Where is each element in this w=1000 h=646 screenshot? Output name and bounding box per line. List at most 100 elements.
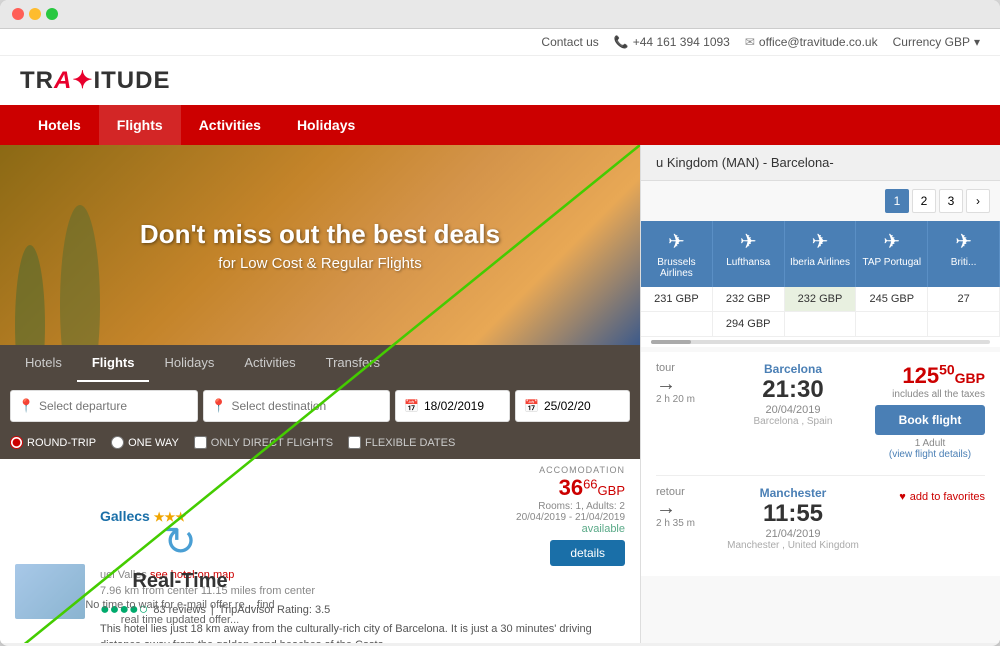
flight-price-note: includes all the taxes (875, 389, 985, 400)
chevron-down-icon: ▾ (974, 35, 980, 49)
price-cell-lufthansa-2[interactable]: 294 GBP (713, 312, 785, 336)
price-cell-iberia-1[interactable]: 232 GBP (785, 287, 857, 311)
dot-green[interactable] (46, 8, 58, 20)
retour-date: 21/04/2019 (721, 528, 865, 540)
currency-item[interactable]: Currency GBP ▾ (893, 35, 980, 49)
tour-info: tour → 2 h 20 m (656, 362, 711, 405)
nav-holidays[interactable]: Holidays (279, 105, 373, 145)
flexible-checkbox[interactable] (348, 436, 361, 449)
hotel-price: 3666GBP (516, 475, 625, 501)
page-1-btn[interactable]: 1 (885, 189, 909, 213)
add-favorites-label: add to favorites (910, 491, 985, 503)
price-cell-british-2[interactable] (928, 312, 1000, 336)
date-to-value: 25/02/20 (544, 399, 591, 413)
price-dates: 20/04/2019 - 21/04/2019 (516, 512, 625, 523)
round-trip-radio[interactable] (10, 436, 23, 449)
tour-location: Barcelona , Spain (721, 416, 865, 427)
british-name: Briti... (933, 257, 994, 268)
left-panel: Don't miss out the best deals for Low Co… (0, 145, 640, 643)
dot-red[interactable] (12, 8, 24, 20)
nav-flights[interactable]: Flights (99, 105, 181, 145)
favorites-block: ♥ add to favorites (875, 486, 985, 503)
british-logo: ✈ (933, 229, 994, 254)
realtime-section: ↻ Real-Time No time to wait for e-mail o… (80, 519, 280, 629)
retour-info: retour → 2 h 35 m (656, 486, 711, 529)
hotel-details-button[interactable]: details (550, 540, 625, 566)
view-details-link[interactable]: (view flight details) (875, 449, 985, 460)
direct-checkbox[interactable] (194, 436, 207, 449)
tab-holidays[interactable]: Holidays (149, 345, 229, 382)
brussels-name: Brussels Airlines (646, 257, 707, 279)
contact-item[interactable]: Contact us (541, 35, 598, 49)
currency-label: Currency GBP (893, 35, 970, 49)
one-way-option[interactable]: ONE WAY (111, 436, 179, 449)
airline-col-lufthansa: ✈ Lufthansa (713, 221, 785, 287)
arrow-right-icon: → (656, 374, 711, 394)
right-panel: u Kingdom (MAN) - Barcelona- 1 2 3 › ✈ B… (640, 145, 1000, 643)
browser-content: Contact us 📞 +44 161 394 1093 ✉ office@t… (0, 29, 1000, 643)
one-way-radio[interactable] (111, 436, 124, 449)
add-favorites-row[interactable]: ♥ add to favorites (875, 491, 985, 503)
tour-city: Barcelona (721, 362, 865, 376)
logo[interactable]: TRA✦ITUDE (20, 66, 170, 95)
page-next-btn[interactable]: › (966, 189, 990, 213)
date-to-input[interactable]: 📅 25/02/20 (515, 390, 630, 422)
direct-option[interactable]: ONLY DIRECT FLIGHTS (194, 436, 333, 449)
price-detail: Rooms: 1, Adults: 2 (516, 501, 625, 512)
tap-logo: ✈ (861, 229, 922, 254)
page-2-btn[interactable]: 2 (912, 189, 936, 213)
departure-input[interactable] (10, 390, 198, 422)
tab-hotels[interactable]: Hotels (10, 345, 77, 382)
tab-transfers[interactable]: Transfers (311, 345, 395, 382)
hero-section: Don't miss out the best deals for Low Co… (0, 145, 640, 345)
phone-item: 📞 +44 161 394 1093 (614, 35, 730, 49)
brussels-logo: ✈ (646, 229, 707, 254)
price-whole: 36 (559, 475, 583, 500)
scrollbar-thumb[interactable] (651, 340, 691, 344)
price-cell-brussels-2[interactable] (641, 312, 713, 336)
destination-text: u Kingdom (MAN) - Barcelona- (656, 155, 834, 170)
contact-label: Contact us (541, 35, 598, 49)
page-3-btn[interactable]: 3 (939, 189, 963, 213)
flight-price-decimal: 50 (939, 362, 955, 378)
price-cell-british-1[interactable]: 27 (928, 287, 1000, 311)
calendar-icon: 📅 (404, 399, 419, 413)
tour-time: 21:30 (721, 376, 865, 404)
availability-text: available (516, 523, 625, 535)
round-trip-option[interactable]: ROUND-TRIP (10, 436, 96, 449)
round-trip-label: ROUND-TRIP (27, 437, 96, 449)
direct-label: ONLY DIRECT FLIGHTS (211, 437, 333, 449)
search-fields: 📍 📍 📅 18/02/2019 📅 (0, 382, 640, 430)
book-flight-button[interactable]: Book flight (875, 405, 985, 435)
price-cell-lufthansa-1[interactable]: 232 GBP (713, 287, 785, 311)
realtime-icon: ↻ (80, 519, 280, 565)
nav-activities[interactable]: Activities (181, 105, 279, 145)
nav-hotels[interactable]: Hotels (20, 105, 99, 145)
date-from-input[interactable]: 📅 18/02/2019 (395, 390, 510, 422)
price-cell-brussels-1[interactable]: 231 GBP (641, 287, 713, 311)
price-cell-iberia-2[interactable] (785, 312, 857, 336)
scrollbar-track[interactable] (651, 340, 990, 344)
airline-col-tap: ✈ TAP Portugal (856, 221, 928, 287)
destination-input[interactable] (203, 390, 391, 422)
airline-table: ✈ Brussels Airlines ✈ Lufthansa ✈ Iberia… (641, 221, 1000, 347)
price-cell-tap-1[interactable]: 245 GBP (856, 287, 928, 311)
date-from-value: 18/02/2019 (424, 399, 484, 413)
search-tabs: Hotels Flights Holidays Activities Trans… (0, 345, 640, 382)
search-section: Hotels Flights Holidays Activities Trans… (0, 345, 640, 459)
dot-yellow[interactable] (29, 8, 41, 20)
retour-duration: 2 h 35 m (656, 518, 711, 529)
top-bar: Contact us 📞 +44 161 394 1093 ✉ office@t… (0, 29, 1000, 56)
tab-activities[interactable]: Activities (229, 345, 310, 382)
flexible-option[interactable]: FLEXIBLE DATES (348, 436, 455, 449)
retour-location: Manchester , United Kingdom (721, 540, 865, 551)
phone-icon: 📞 (614, 35, 629, 49)
destination-icon: 📍 (211, 398, 227, 414)
accommodation-label: ACCOMODATION (516, 465, 625, 475)
site-header: TRA✦ITUDE (0, 56, 1000, 105)
price-cell-tap-2[interactable] (856, 312, 928, 336)
email-address: office@travitude.co.uk (759, 35, 878, 49)
tab-flights[interactable]: Flights (77, 345, 150, 382)
calendar-icon-2: 📅 (524, 399, 539, 413)
phone-number: +44 161 394 1093 (633, 35, 730, 49)
